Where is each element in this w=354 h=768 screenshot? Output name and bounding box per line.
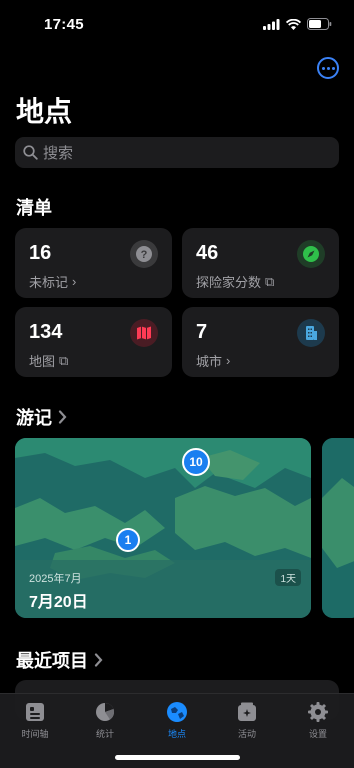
- chevron-right-icon: [94, 653, 103, 667]
- status-time: 17:45: [44, 16, 84, 33]
- trip-info: 2025年7月 7月20日 1天: [15, 560, 311, 618]
- tab-timeline[interactable]: 时间轴: [10, 701, 60, 740]
- section-title-list: 清单: [16, 198, 52, 218]
- search-placeholder: 搜索: [43, 145, 74, 162]
- trip-card[interactable]: 10 1 2025年7月 7月20日 1天: [15, 438, 311, 618]
- card-value: 134: [29, 321, 63, 343]
- external-link-icon: ⧉: [59, 352, 69, 368]
- tab-bar: 时间轴 统计 地点 活动 设置: [0, 693, 354, 768]
- search-icon: [23, 145, 38, 160]
- card-value: 46: [196, 242, 219, 264]
- card-explorer-score[interactable]: 46 探险家分数 ⧉: [182, 228, 339, 298]
- tab-activity[interactable]: 活动: [222, 701, 272, 740]
- trip-duration-badge: 1天: [275, 569, 301, 586]
- card-label: 未标记 ›: [29, 274, 77, 290]
- section-title-recent[interactable]: 最近项目: [16, 647, 103, 673]
- question-icon: ?: [130, 240, 158, 268]
- pie-chart-icon: [96, 703, 115, 721]
- tab-settings[interactable]: 设置: [293, 701, 343, 740]
- card-map[interactable]: 134 地图 ⧉: [15, 307, 172, 377]
- section-title-trips[interactable]: 游记: [16, 404, 67, 430]
- search-input[interactable]: 搜索: [15, 137, 339, 168]
- trip-card-next[interactable]: [322, 438, 354, 618]
- wifi-icon: [286, 18, 301, 30]
- status-bar: 17:45: [0, 0, 354, 50]
- activity-icon: [238, 702, 256, 721]
- page-title: 地点: [16, 96, 73, 127]
- more-button[interactable]: [317, 57, 339, 79]
- card-label: 探险家分数 ⧉: [196, 273, 275, 291]
- card-value: 16: [29, 242, 52, 264]
- battery-icon: [307, 18, 332, 30]
- card-label: 地图 ⧉: [29, 352, 69, 370]
- card-cities[interactable]: 7 城市 ›: [182, 307, 339, 377]
- trip-date: 2025年7月: [29, 573, 82, 585]
- trip-map: [322, 438, 354, 618]
- compass-icon: [297, 240, 325, 268]
- card-value: 7: [196, 321, 208, 343]
- map-pin-cluster[interactable]: 10: [182, 448, 210, 476]
- tab-places[interactable]: 地点: [152, 701, 202, 740]
- gear-icon: [308, 702, 328, 722]
- status-icons: [263, 18, 332, 30]
- tab-stats[interactable]: 统计: [80, 701, 130, 740]
- chevron-right-icon: ›: [226, 353, 231, 368]
- timeline-icon: [26, 703, 44, 721]
- chevron-right-icon: [58, 410, 67, 424]
- ellipsis-circle-icon: [321, 66, 325, 70]
- card-unmarked[interactable]: 16 未标记 › ?: [15, 228, 172, 298]
- map-pin[interactable]: 1: [116, 528, 140, 552]
- signal-icon: [263, 18, 280, 30]
- map-icon: [130, 319, 158, 347]
- external-link-icon: ⧉: [265, 273, 275, 289]
- building-icon: [297, 319, 325, 347]
- globe-icon: [167, 702, 187, 722]
- svg-text:?: ?: [141, 249, 148, 261]
- home-indicator[interactable]: [115, 755, 240, 760]
- trip-title: 7月20日: [29, 594, 88, 611]
- chevron-right-icon: ›: [72, 274, 77, 289]
- card-label: 城市 ›: [196, 353, 231, 369]
